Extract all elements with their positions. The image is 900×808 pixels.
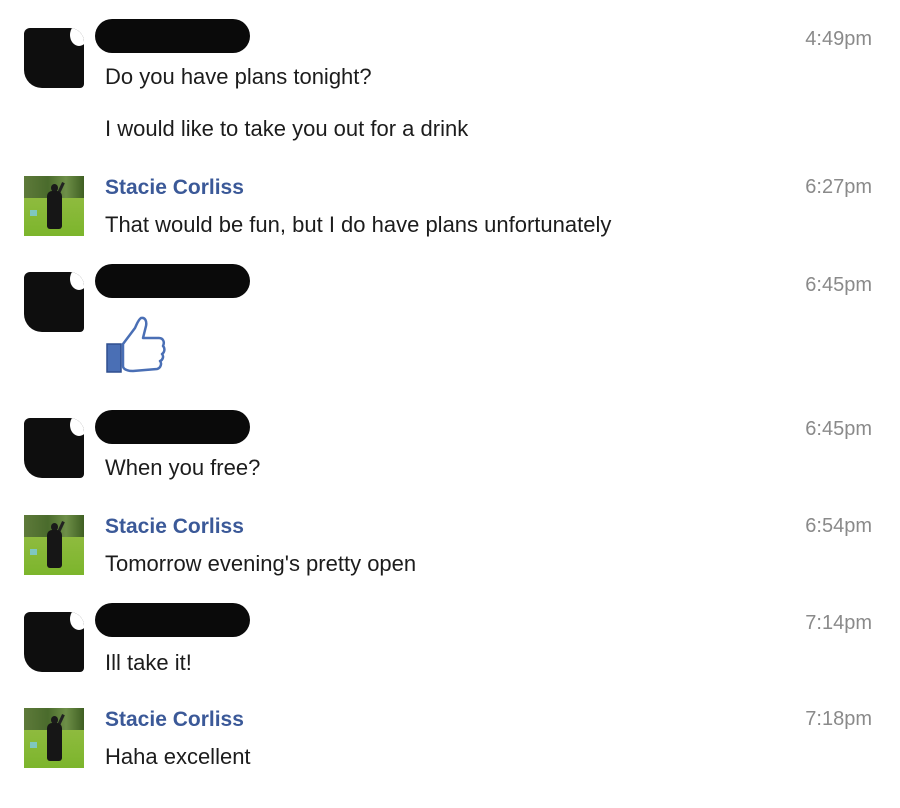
redacted-sender-name (95, 19, 250, 53)
avatar[interactable] (24, 708, 84, 768)
timestamp: 6:54pm (805, 515, 872, 537)
message-text: That would be fun, but I do have plans u… (105, 212, 612, 237)
avatar[interactable] (24, 515, 84, 575)
avatar-redacted[interactable] (24, 418, 84, 478)
redacted-sender-name (95, 603, 250, 637)
avatar-redacted[interactable] (24, 272, 84, 332)
timestamp: 7:14pm (805, 612, 872, 634)
timestamp: 6:45pm (805, 418, 872, 440)
avatar[interactable] (24, 176, 84, 236)
timestamp: 6:45pm (805, 274, 872, 296)
message-text: Do you have plans tonight? (105, 64, 372, 89)
timestamp: 4:49pm (805, 28, 872, 50)
sender-name-link[interactable]: Stacie Corliss (105, 515, 244, 539)
message-thread: Do you have plans tonight? I would like … (0, 0, 900, 808)
avatar-redacted[interactable] (24, 612, 84, 672)
sender-name-link[interactable]: Stacie Corliss (105, 176, 244, 200)
timestamp: 6:27pm (805, 176, 872, 198)
redacted-sender-name (95, 410, 250, 444)
message-text: Tomorrow evening's pretty open (105, 551, 417, 576)
message-text: Haha excellent (105, 744, 251, 769)
message-text: I would like to take you out for a drink (105, 116, 469, 141)
redacted-sender-name (95, 264, 250, 298)
thumbs-up-like-icon (106, 316, 166, 373)
sender-name-link[interactable]: Stacie Corliss (105, 708, 244, 732)
message-text: Ill take it! (105, 650, 192, 675)
timestamp: 7:18pm (805, 708, 872, 730)
avatar-redacted[interactable] (24, 28, 84, 88)
message-text: When you free? (105, 455, 261, 480)
